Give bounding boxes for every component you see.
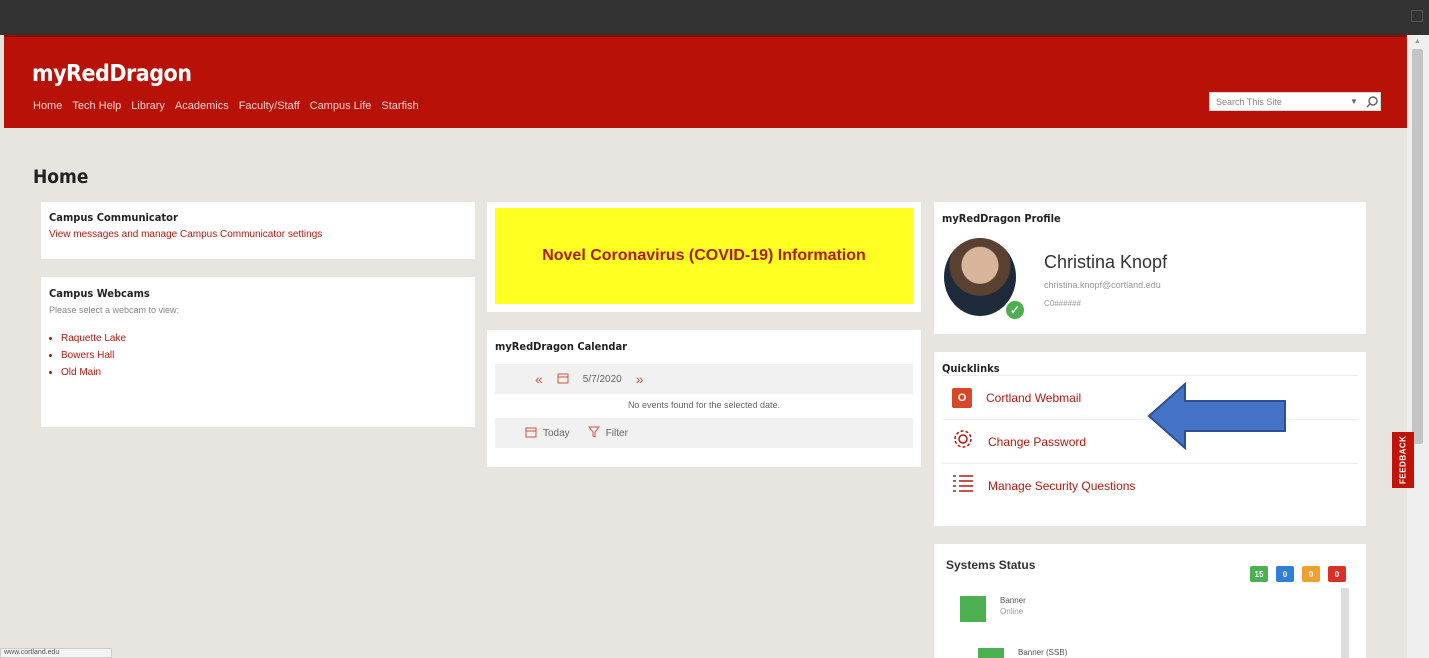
list-icon — [952, 473, 974, 498]
campus-communicator-link[interactable]: View messages and manage Campus Communic… — [49, 229, 467, 240]
calendar-nav: « 5/7/2020 » — [495, 364, 913, 394]
chevron-right-icon[interactable]: » — [636, 371, 644, 387]
page-scrollbar[interactable]: ▲ — [1407, 35, 1429, 658]
feedback-tab[interactable]: FEEDBACK — [1392, 432, 1414, 488]
calendar-toolbar: Today Filter — [495, 418, 913, 448]
campus-webcams-card: Campus Webcams Please select a webcam to… — [41, 277, 475, 427]
card-title: myRedDragon Profile — [942, 212, 1061, 225]
search-input[interactable]: Search This Site — [1210, 97, 1350, 107]
chevron-left-icon[interactable]: « — [535, 371, 543, 387]
search-icon[interactable] — [1364, 94, 1380, 110]
nav-item-library[interactable]: Library — [131, 100, 165, 112]
system-name: Banner — [1000, 596, 1026, 605]
card-title: myRedDragon Calendar — [495, 340, 628, 353]
site-logo[interactable]: myRedDragon — [32, 61, 192, 87]
outlook-icon: O — [952, 387, 972, 408]
status-badge-online[interactable]: 15 — [1250, 566, 1268, 582]
webcam-link-old-main[interactable]: Old Main — [61, 367, 467, 378]
profile-email: christina.knopf@cortland.edu — [1044, 280, 1161, 290]
status-indicator — [978, 648, 1004, 658]
covid-card: Novel Coronavirus (COVID-19) Information — [487, 202, 921, 312]
site-header: myRedDragon Home Tech Help Library Acade… — [4, 35, 1407, 128]
webcam-list: Raquette Lake Bowers Hall Old Main — [49, 333, 467, 378]
calendar-icon[interactable] — [557, 372, 569, 387]
system-name: Banner (SSB) — [1018, 648, 1068, 657]
left-arrow-annotation — [1147, 381, 1286, 451]
status-badges: 15 0 0 0 — [1250, 566, 1346, 582]
chevron-down-icon[interactable]: ▼ — [1350, 97, 1364, 106]
webcams-description: Please select a webcam to view: — [49, 305, 180, 315]
card-title: Campus Communicator — [49, 211, 178, 224]
search-box[interactable]: Search This Site ▼ — [1209, 92, 1381, 111]
card-title: Campus Webcams — [49, 287, 150, 300]
status-badge-info[interactable]: 0 — [1276, 566, 1294, 582]
page-title: Home — [33, 166, 89, 188]
systems-scrollbar[interactable] — [1341, 588, 1349, 658]
main-nav: Home Tech Help Library Academics Faculty… — [33, 100, 419, 112]
card-title: Quicklinks — [942, 362, 1000, 375]
filter-icon — [587, 426, 600, 441]
status-badge-warning[interactable]: 0 — [1302, 566, 1320, 582]
system-row[interactable]: Banner (SSB) — [978, 648, 1067, 658]
covid-info-banner[interactable]: Novel Coronavirus (COVID-19) Information — [495, 208, 913, 304]
quicklink-security-questions[interactable]: Manage Security Questions — [942, 463, 1358, 507]
quicklink-label: Manage Security Questions — [988, 478, 1136, 493]
profile-name: Christina Knopf — [1044, 252, 1168, 272]
calendar-today-icon — [525, 426, 537, 441]
campus-communicator-card: Campus Communicator View messages and ma… — [41, 202, 475, 259]
today-label: Today — [543, 427, 570, 439]
status-indicator — [960, 596, 986, 622]
nav-item-starfish[interactable]: Starfish — [381, 100, 418, 112]
calendar-card: myRedDragon Calendar « 5/7/2020 » No eve… — [487, 330, 921, 467]
nav-item-home[interactable]: Home — [33, 100, 62, 112]
status-badge-down[interactable]: 0 — [1328, 566, 1346, 582]
quicklink-label: Cortland Webmail — [986, 390, 1082, 405]
quicklink-label: Change Password — [988, 434, 1087, 449]
online-status-icon: ✓ — [1004, 299, 1026, 321]
filter-button[interactable]: Filter — [587, 426, 628, 441]
profile-card: myRedDragon Profile ✓ Christina Knopf ch… — [934, 202, 1366, 334]
browser-topbar — [0, 0, 1429, 35]
webcam-link-raquette-lake[interactable]: Raquette Lake — [61, 333, 467, 344]
scrollbar-thumb[interactable] — [1412, 49, 1423, 444]
system-state: Online — [1000, 607, 1024, 616]
systems-status-card: Systems Status 15 0 0 0 Banner Online Ba… — [934, 544, 1366, 658]
nav-item-campus-life[interactable]: Campus Life — [310, 100, 372, 112]
today-button[interactable]: Today — [525, 426, 570, 441]
nav-item-faculty-staff[interactable]: Faculty/Staff — [239, 100, 300, 112]
webcam-link-bowers-hall[interactable]: Bowers Hall — [61, 350, 467, 361]
gear-icon — [952, 428, 974, 455]
nav-item-academics[interactable]: Academics — [175, 100, 229, 112]
nav-item-tech-help[interactable]: Tech Help — [72, 100, 121, 112]
profile-id: C0###### — [1044, 299, 1081, 308]
filter-label: Filter — [605, 427, 628, 439]
calendar-empty-message: No events found for the selected date. — [627, 400, 781, 410]
scroll-up-icon[interactable]: ▲ — [1414, 38, 1421, 45]
window-control-icon[interactable] — [1411, 10, 1423, 22]
browser-status-bar: www.cortland.edu — [0, 648, 112, 658]
calendar-date[interactable]: 5/7/2020 — [583, 374, 622, 385]
system-row[interactable]: Banner Online — [960, 596, 1026, 622]
